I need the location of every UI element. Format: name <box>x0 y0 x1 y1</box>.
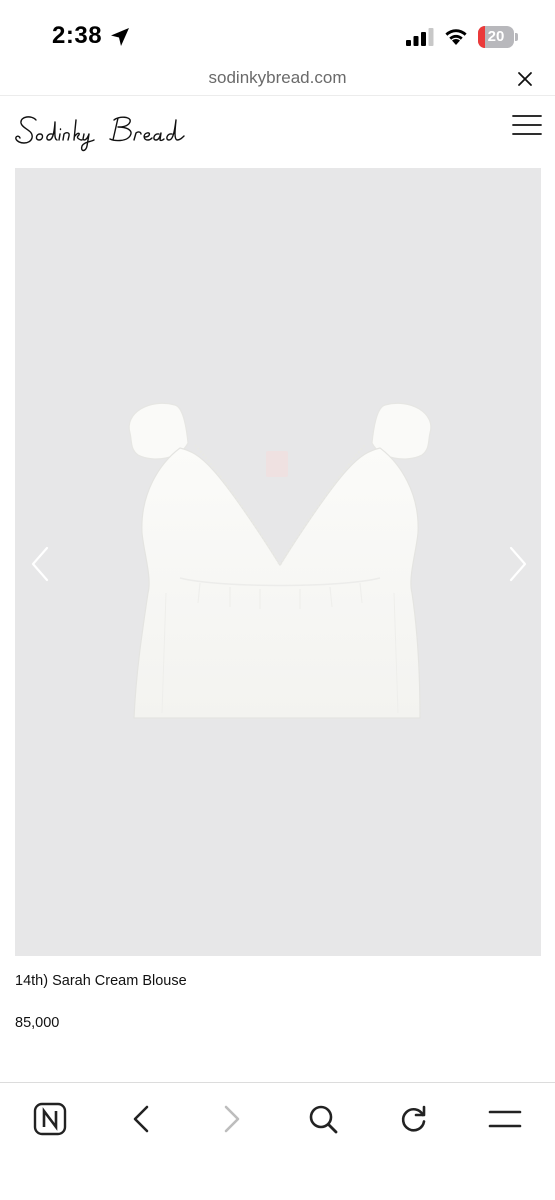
product-price: 85,000 <box>15 1015 60 1031</box>
n-logo-button[interactable] <box>32 1101 68 1137</box>
battery-body: 20 <box>478 26 514 48</box>
product-name: 14th) Sarah Cream Blouse <box>15 973 187 989</box>
cellular-signal-icon <box>406 28 434 46</box>
url-bar[interactable]: sodinkybread.com <box>0 62 555 96</box>
toolbar-menu-button[interactable] <box>487 1101 523 1137</box>
search-icon <box>309 1105 338 1134</box>
status-bar: 2:38 20 <box>0 0 555 70</box>
product-image[interactable] <box>120 393 440 733</box>
hamburger-menu-icon[interactable] <box>512 114 542 136</box>
battery-level: 20 <box>487 28 505 45</box>
chevron-left-icon[interactable] <box>27 544 53 584</box>
forward-button[interactable] <box>214 1101 250 1137</box>
reload-button[interactable] <box>396 1101 432 1137</box>
browser-toolbar <box>0 1082 555 1200</box>
location-arrow-icon <box>111 28 129 46</box>
product-image-gallery[interactable] <box>15 168 541 956</box>
battery-indicator: 20 <box>478 26 518 48</box>
chevron-right-icon[interactable] <box>505 544 531 584</box>
back-button[interactable] <box>123 1101 159 1137</box>
url-text[interactable]: sodinkybread.com <box>0 68 555 88</box>
search-button[interactable] <box>305 1101 341 1137</box>
forward-arrow-icon <box>224 1105 240 1133</box>
wifi-icon <box>445 29 467 45</box>
back-arrow-icon <box>133 1105 149 1133</box>
battery-tip <box>515 33 518 41</box>
close-icon[interactable] <box>516 70 534 88</box>
status-time: 2:38 <box>52 22 103 49</box>
reload-icon <box>401 1105 426 1132</box>
site-logo[interactable] <box>14 112 186 156</box>
menu-icon <box>488 1110 522 1128</box>
n-logo-icon <box>33 1102 67 1136</box>
